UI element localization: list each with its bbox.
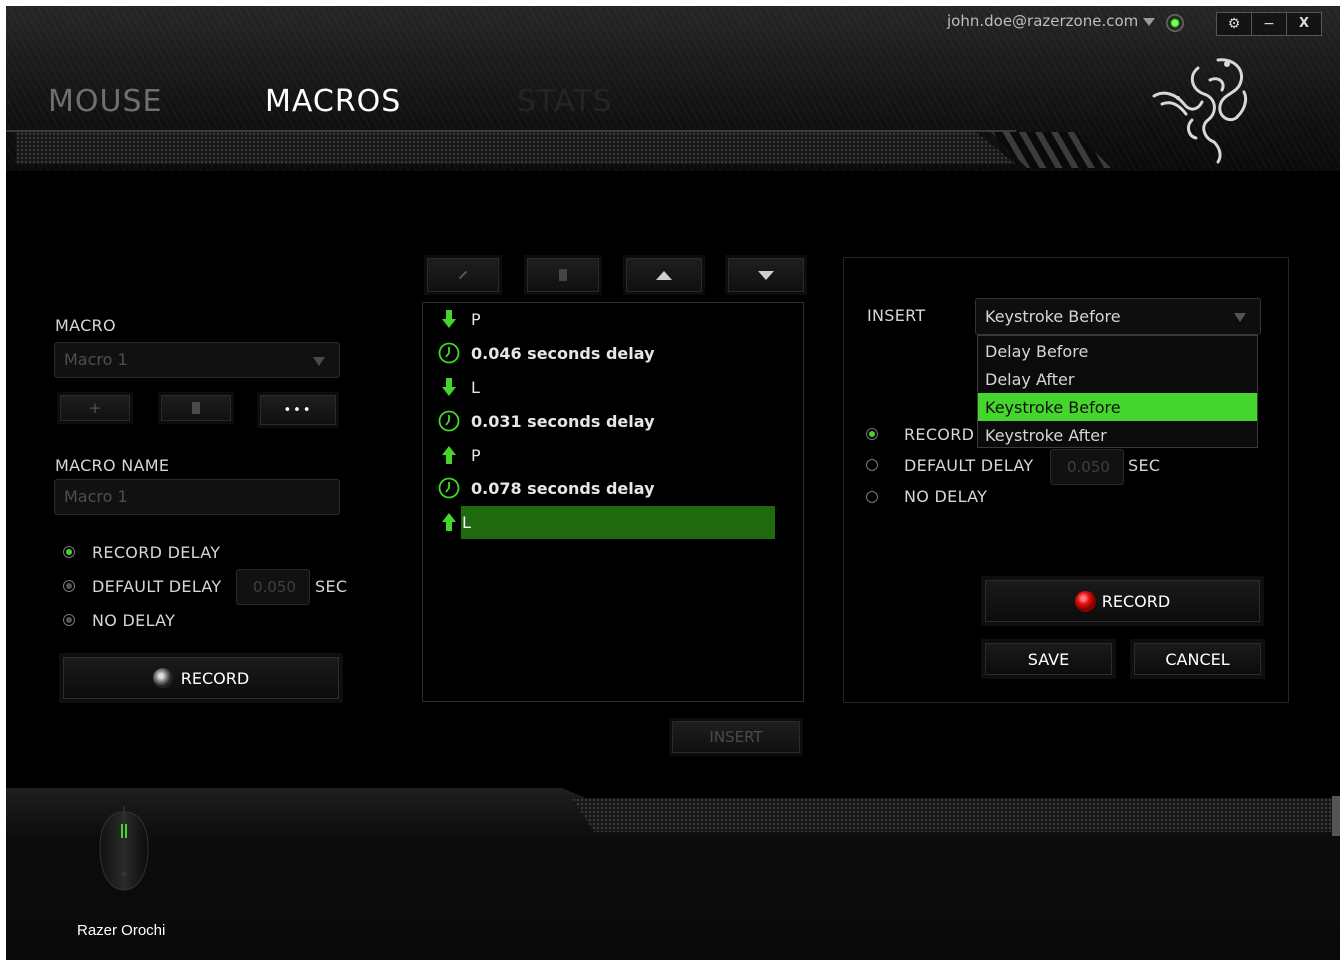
arrow-down-green-icon — [437, 310, 461, 328]
footer-texture-strip — [572, 798, 1340, 832]
move-up-button[interactable] — [626, 258, 702, 292]
record-delay-label: RECORD DELAY — [92, 543, 221, 562]
cancel-button[interactable]: CANCEL — [1134, 643, 1261, 675]
right-record-delay-radio[interactable] — [866, 428, 878, 440]
no-delay-label: NO DELAY — [92, 611, 176, 630]
header-edge-line — [6, 130, 1016, 132]
list-item-text: P — [471, 309, 481, 329]
arrow-up-icon — [656, 270, 672, 280]
tab-mouse[interactable]: MOUSE — [48, 84, 162, 119]
edit-button[interactable] — [427, 258, 499, 292]
macro-label: MACRO — [55, 316, 116, 335]
record-button-left[interactable]: RECORD — [63, 657, 339, 699]
list-item-text: 0.046 seconds delay — [471, 343, 655, 363]
dropdown-option-keystroke-before[interactable]: Keystroke Before — [978, 393, 1257, 421]
arrow-up-green-icon — [437, 446, 461, 464]
right-no-delay-radio[interactable] — [866, 491, 878, 503]
add-macro-button[interactable]: + — [60, 395, 130, 421]
list-item[interactable]: P — [437, 303, 481, 335]
list-item[interactable]: 0.046 seconds delay — [437, 337, 655, 369]
more-options-button[interactable]: ••• — [260, 395, 336, 425]
insert-button[interactable]: INSERT — [672, 721, 800, 753]
insert-type-select[interactable]: Keystroke Before — [975, 298, 1261, 335]
right-default-delay-label: DEFAULT DELAY — [904, 456, 1034, 475]
list-item-text: L — [471, 377, 480, 397]
record-label: RECORD — [1101, 591, 1171, 611]
right-default-delay-radio[interactable] — [866, 459, 878, 471]
default-delay-input[interactable]: 0.050 — [236, 569, 310, 605]
minimize-button[interactable]: − — [1252, 13, 1287, 35]
list-item[interactable]: 0.031 seconds delay — [437, 405, 655, 437]
default-delay-radio[interactable] — [63, 580, 75, 592]
arrow-down-icon — [758, 270, 774, 280]
list-item[interactable]: P — [437, 439, 481, 471]
macro-event-list[interactable]: P 0.046 seconds delay L 0.031 seconds de… — [422, 302, 804, 702]
record-red-icon — [1074, 590, 1096, 612]
insert-type-value: Keystroke Before — [985, 307, 1121, 326]
right-default-delay-input[interactable]: 0.050 — [1050, 449, 1124, 485]
account-dropdown-icon[interactable] — [1143, 18, 1155, 26]
record-button-right[interactable]: RECORD — [985, 580, 1260, 622]
synapse-window: john.doe@razerzone.com ⚙ − X MOUSE MACRO… — [6, 6, 1340, 960]
list-item-text: 0.078 seconds delay — [471, 478, 655, 498]
account-email[interactable]: john.doe@razerzone.com — [947, 12, 1138, 30]
header-texture-strip — [16, 132, 1016, 164]
online-status-icon[interactable] — [1166, 14, 1184, 32]
list-item-selected[interactable]: L — [437, 505, 775, 539]
sec-label: SEC — [315, 577, 348, 596]
right-sec-label: SEC — [1128, 456, 1161, 475]
delete-macro-button[interactable] — [161, 395, 231, 421]
list-item[interactable]: 0.078 seconds delay — [437, 472, 655, 504]
move-down-button[interactable] — [728, 258, 804, 292]
insert-label: INSERT — [867, 306, 926, 325]
delete-button[interactable] — [527, 258, 599, 292]
list-item[interactable]: L — [437, 371, 480, 403]
clock-icon — [437, 477, 461, 499]
macro-name-label: MACRO NAME — [55, 456, 170, 475]
tab-stats[interactable]: STATS — [517, 84, 613, 119]
trash-icon — [192, 402, 200, 414]
dropdown-option-delay-after[interactable]: Delay After — [978, 365, 1257, 393]
razer-logo-icon — [1152, 58, 1248, 164]
footer-right-edge — [1332, 796, 1340, 836]
macro-select[interactable]: Macro 1 — [54, 342, 340, 378]
list-item-text: 0.031 seconds delay — [471, 411, 655, 431]
macro-select-value: Macro 1 — [64, 350, 128, 369]
window-controls: ⚙ − X — [1216, 12, 1322, 36]
arrow-up-green-icon — [437, 513, 461, 531]
list-item-text: L — [461, 505, 775, 539]
tab-macros[interactable]: MACROS — [265, 84, 401, 119]
settings-gear-icon[interactable]: ⚙ — [1217, 13, 1252, 35]
default-delay-label: DEFAULT DELAY — [92, 577, 222, 596]
no-delay-radio[interactable] — [63, 614, 75, 626]
macro-name-input[interactable]: Macro 1 — [54, 479, 340, 515]
list-item-text: P — [471, 445, 481, 465]
clock-icon — [437, 410, 461, 432]
chevron-down-icon — [1234, 313, 1246, 322]
right-no-delay-label: NO DELAY — [904, 487, 988, 506]
trash-icon — [559, 269, 567, 281]
dropdown-option-keystroke-after[interactable]: Keystroke After — [978, 421, 1257, 449]
right-record-delay-label: RECORD I — [904, 425, 985, 444]
record-label: RECORD — [180, 668, 250, 688]
insert-type-dropdown-menu: Delay Before Delay After Keystroke Befor… — [977, 335, 1258, 448]
dropdown-option-delay-before[interactable]: Delay Before — [978, 337, 1257, 365]
clock-icon — [437, 342, 461, 364]
mouse-device-icon[interactable] — [96, 802, 152, 894]
arrow-down-green-icon — [437, 378, 461, 396]
device-name: Razer Orochi — [77, 922, 166, 939]
record-delay-radio[interactable] — [63, 546, 75, 558]
close-button[interactable]: X — [1287, 13, 1321, 35]
save-button[interactable]: SAVE — [985, 643, 1112, 675]
pencil-icon — [458, 270, 468, 280]
chevron-down-icon — [313, 357, 325, 366]
record-icon — [152, 668, 173, 688]
